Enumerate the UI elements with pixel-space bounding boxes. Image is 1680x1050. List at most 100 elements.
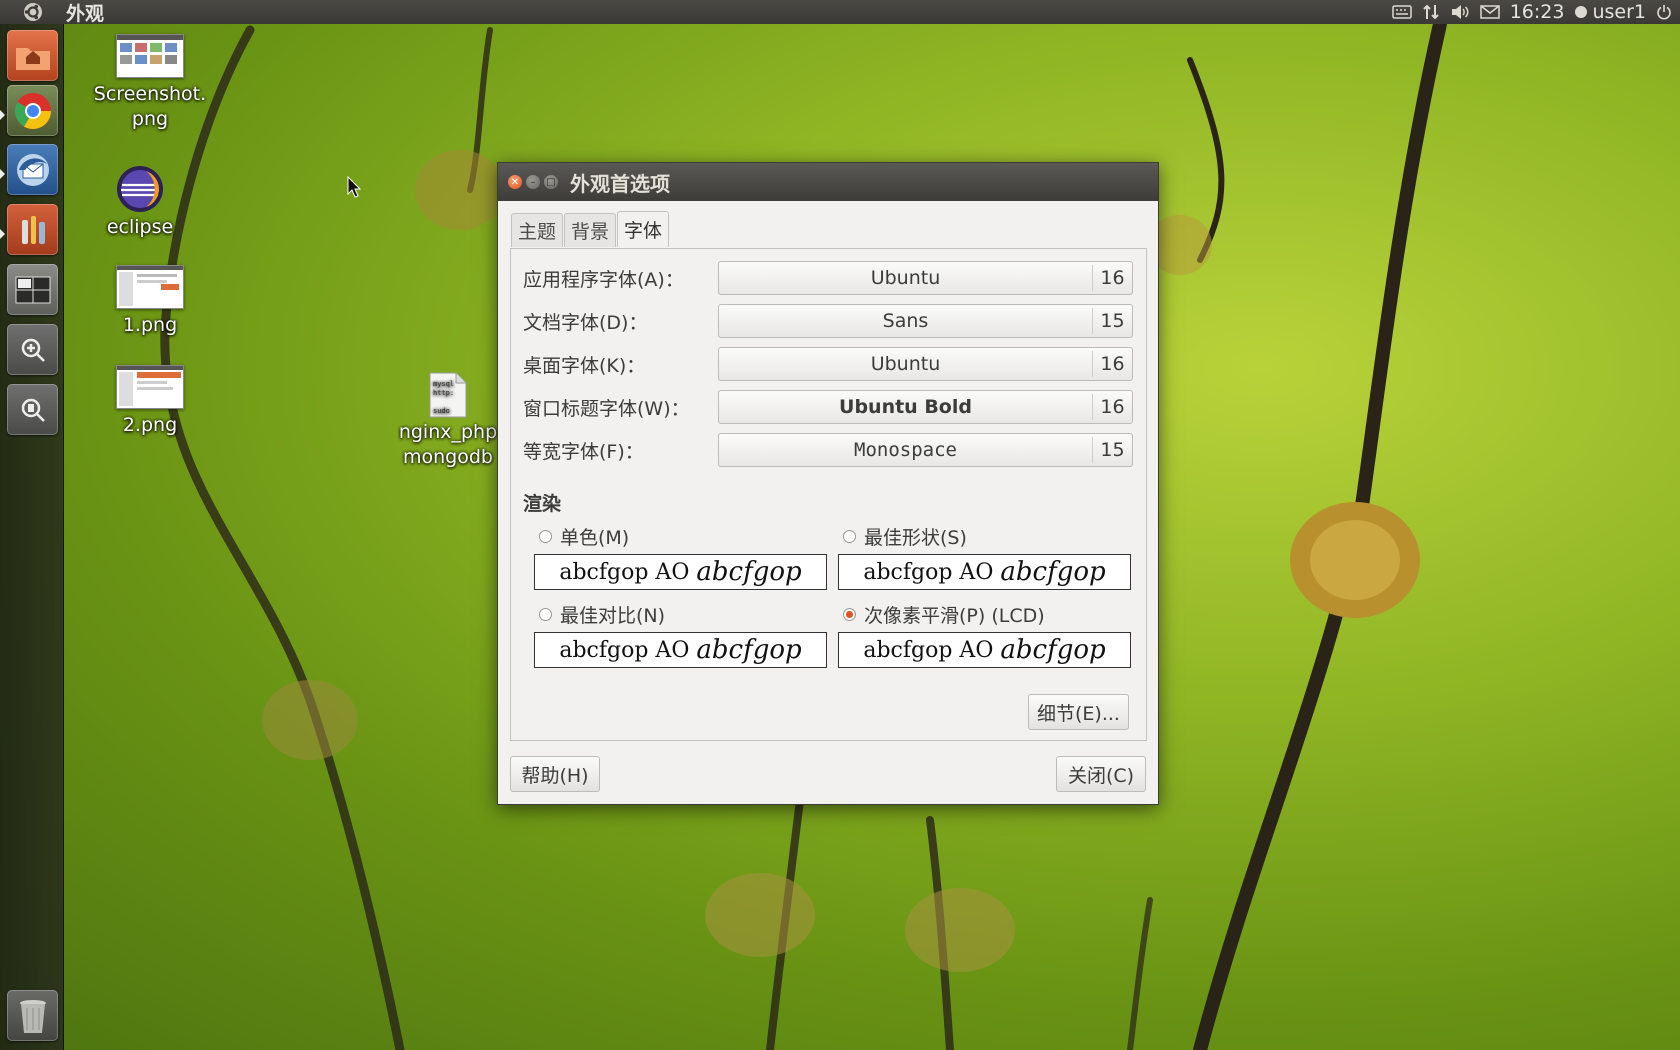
user-status-icon xyxy=(1575,6,1588,18)
font-size: 16 xyxy=(1092,351,1132,377)
zoom-in-icon xyxy=(21,338,45,362)
font-size: 16 xyxy=(1092,394,1132,420)
sample-italic: abcfgop xyxy=(696,557,802,587)
radio-monochrome[interactable]: 单色(M) xyxy=(539,523,629,550)
font-size: 16 xyxy=(1092,265,1132,291)
ubuntu-logo-icon xyxy=(24,3,42,21)
dialog-titlebar[interactable]: ✕ – □ 外观首选项 xyxy=(498,163,1158,201)
font-name: Ubuntu xyxy=(870,267,941,289)
desktop-icon-eclipse[interactable]: eclipse xyxy=(95,165,185,240)
running-indicator xyxy=(0,229,5,239)
font-row-desktop: 桌面字体(K)： Ubuntu 16 xyxy=(523,347,1133,381)
workspace-switcher-icon xyxy=(15,276,50,303)
sample-text: abcfgop AO xyxy=(559,559,690,585)
radio-label: 最佳形状(S) xyxy=(864,527,967,549)
sample-italic: abcfgop xyxy=(1000,557,1106,587)
font-name: Ubuntu xyxy=(870,353,941,375)
launcher-system-settings[interactable] xyxy=(7,204,58,255)
desktop-icon-screenshot[interactable]: Screenshot. png xyxy=(90,34,210,132)
trash-icon xyxy=(19,999,46,1033)
launcher-chrome[interactable] xyxy=(7,85,58,136)
font-row-application: 应用程序字体(A)： Ubuntu 16 xyxy=(523,261,1133,295)
font-row-window-title: 窗口标题字体(W)： Ubuntu Bold 16 xyxy=(523,390,1133,424)
radio-best-shapes[interactable]: 最佳形状(S) xyxy=(843,523,967,550)
active-app-title: 外观 xyxy=(66,2,105,25)
sample-best-contrast[interactable]: abcfgop AO abcfgop xyxy=(534,632,827,668)
desktop-icon-1png[interactable]: 1.png xyxy=(100,265,200,338)
details-button[interactable]: 细节(E)... xyxy=(1028,694,1129,730)
font-name: Monospace xyxy=(854,439,957,461)
radio-label: 次像素平滑(P) (LCD) xyxy=(864,605,1045,627)
maximize-window-icon[interactable]: □ xyxy=(544,175,558,189)
fonts-tab-panel: 应用程序字体(A)： Ubuntu 16 文档字体(D)： Sans 15 桌面… xyxy=(510,248,1147,741)
minimize-window-icon[interactable]: – xyxy=(526,175,540,189)
font-label: 桌面字体(K)： xyxy=(523,354,646,377)
appearance-preferences-dialog: ✕ – □ 外观首选项 主题 背景 字体 应用程序字体(A)： Ubuntu 1… xyxy=(497,162,1159,805)
mail-icon[interactable] xyxy=(1479,5,1500,19)
sample-italic: abcfgop xyxy=(1000,635,1106,665)
launcher-search-documents[interactable] xyxy=(7,384,58,435)
launcher-home-folder[interactable] xyxy=(7,30,58,81)
dash-home-button[interactable] xyxy=(0,0,66,24)
svg-text:mysql: mysql xyxy=(433,380,454,388)
monospace-font-button[interactable]: Monospace 15 xyxy=(718,433,1133,467)
sample-monochrome[interactable]: abcfgop AO abcfgop xyxy=(534,554,827,590)
launcher-trash[interactable] xyxy=(7,990,58,1041)
eclipse-icon xyxy=(117,166,163,212)
image-thumbnail-icon xyxy=(116,34,184,78)
radio-button-icon xyxy=(843,530,856,543)
font-label: 文档字体(D)： xyxy=(523,311,648,334)
tab-fonts[interactable]: 字体 xyxy=(617,211,670,247)
tab-background[interactable]: 背景 xyxy=(564,213,617,247)
font-label: 窗口标题字体(W)： xyxy=(523,397,690,420)
volume-icon[interactable] xyxy=(1450,4,1470,20)
image-thumbnail-icon xyxy=(116,365,184,409)
launcher-workspace-switcher[interactable] xyxy=(7,264,58,315)
close-button[interactable]: 关闭(C) xyxy=(1056,756,1146,792)
radio-best-contrast[interactable]: 最佳对比(N) xyxy=(539,601,665,628)
thunderbird-icon xyxy=(16,153,49,186)
text-file-icon: mysql http: sudo xyxy=(429,372,467,418)
close-window-icon[interactable]: ✕ xyxy=(508,175,522,189)
keyboard-icon[interactable] xyxy=(1391,5,1412,19)
desktop-icon-label: 1.png xyxy=(122,314,178,336)
sample-text: abcfgop AO xyxy=(863,637,994,663)
desktop-font-button[interactable]: Ubuntu 16 xyxy=(718,347,1133,381)
font-name: Sans xyxy=(882,310,929,332)
radio-subpixel-smoothing[interactable]: 次像素平滑(P) (LCD) xyxy=(843,601,1045,628)
sample-best-shapes[interactable]: abcfgop AO abcfgop xyxy=(838,554,1131,590)
document-font-button[interactable]: Sans 15 xyxy=(718,304,1133,338)
svg-text:http:: http: xyxy=(433,389,454,397)
application-font-button[interactable]: Ubuntu 16 xyxy=(718,261,1133,295)
chrome-icon xyxy=(14,92,51,129)
running-indicator xyxy=(0,110,5,120)
power-icon[interactable] xyxy=(1656,4,1672,20)
tab-theme[interactable]: 主题 xyxy=(511,213,564,247)
font-size: 15 xyxy=(1092,437,1132,463)
clock[interactable]: 16:23 xyxy=(1510,1,1565,23)
desktop-icon-2png[interactable]: 2.png xyxy=(100,365,200,438)
font-size: 15 xyxy=(1092,308,1132,334)
radio-label: 单色(M) xyxy=(560,527,630,549)
window-title-font-button[interactable]: Ubuntu Bold 16 xyxy=(718,390,1133,424)
indicator-area: 16:23 user1 xyxy=(1391,1,1680,23)
user-name: user1 xyxy=(1592,1,1646,23)
radio-button-icon xyxy=(539,608,552,621)
sample-subpixel-smoothing[interactable]: abcfgop AO abcfgop xyxy=(838,632,1131,668)
dialog-title: 外观首选项 xyxy=(570,171,670,196)
sample-text: abcfgop AO xyxy=(559,637,690,663)
launcher-magnifier[interactable] xyxy=(7,324,58,375)
tab-bar: 主题 背景 字体 xyxy=(511,211,670,247)
launcher-thunderbird[interactable] xyxy=(7,144,58,195)
desktop-icon-nginx-php-mongodb[interactable]: mysql http: sudo nginx_php mongodb xyxy=(398,372,498,470)
help-button[interactable]: 帮助(H) xyxy=(510,756,600,792)
desktop-icon-label: nginx_php mongodb xyxy=(398,421,498,468)
desktop-icon-label: 2.png xyxy=(122,414,178,436)
desktop-icon-label: Screenshot. png xyxy=(93,83,207,130)
user-menu[interactable]: user1 xyxy=(1574,1,1646,23)
radio-label: 最佳对比(N) xyxy=(560,605,666,627)
network-icon[interactable] xyxy=(1422,3,1440,21)
settings-tools-icon xyxy=(21,215,45,244)
radio-button-icon xyxy=(539,530,552,543)
font-label: 应用程序字体(A)： xyxy=(523,268,684,291)
